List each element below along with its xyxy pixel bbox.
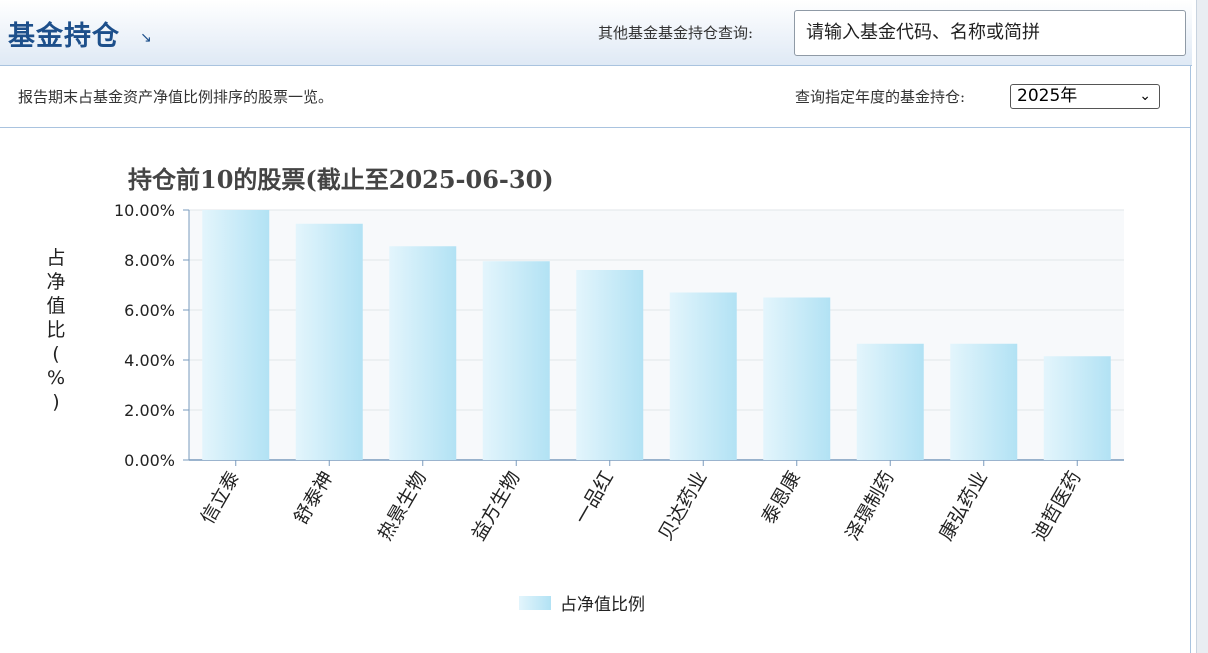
bar	[202, 210, 270, 460]
scrollbar-track[interactable]	[1196, 0, 1208, 653]
chart-title: 持仓前10的股票(截止至2025-06-30)	[128, 165, 554, 194]
bar	[950, 343, 1018, 460]
fund-search-input[interactable]: 请输入基金代码、名称或简拼	[794, 10, 1186, 56]
x-category-label: 迪哲医药	[1029, 468, 1086, 545]
y-axis-label-char: 值	[46, 295, 65, 317]
holdings-bar-chart: 持仓前10的股票(截止至2025-06-30) 0.00% 2.00% 4.00% 6…	[46, 165, 1124, 615]
bar	[389, 246, 457, 460]
y-axis-label-char: 占	[46, 247, 65, 269]
y-axis-label-char: 比	[46, 319, 65, 341]
y-tick-label: 0.00%	[124, 451, 175, 470]
x-category-label: 贝达药业	[655, 468, 712, 545]
y-tick-label: 8.00%	[124, 251, 175, 270]
legend-swatch	[519, 596, 551, 610]
holdings-description: 报告期末占基金资产净值比例排序的股票一览。	[18, 88, 334, 106]
y-tick-label: 2.00%	[124, 401, 175, 420]
x-category-label: 一品红	[571, 468, 619, 528]
bar	[576, 270, 644, 460]
other-fund-label: 其他基金基金持仓查询:	[598, 24, 754, 42]
bar	[482, 261, 550, 460]
x-category-label: 泰恩康	[758, 468, 806, 528]
bar	[763, 297, 831, 460]
bar	[295, 223, 363, 460]
arrow-down-right-icon[interactable]: ↘	[140, 30, 152, 46]
x-category-label: 益方生物	[468, 468, 525, 545]
bar	[669, 292, 737, 460]
bar	[856, 343, 924, 460]
x-category-label: 舒泰神	[290, 468, 338, 528]
y-axis-label-char: %	[47, 367, 65, 389]
year-select-label: 查询指定年度的基金持仓:	[795, 88, 966, 106]
y-axis-label-char: 净	[46, 271, 65, 293]
plot-area: 0.00% 2.00% 4.00% 6.00% 8.00% 10.00% 占净值比(%) 信立…	[46, 201, 1124, 615]
x-category-label: 泽璟制药	[842, 468, 899, 545]
bar	[1043, 356, 1111, 460]
x-category-label: 康弘药业	[935, 468, 992, 545]
y-tick-label: 4.00%	[124, 351, 175, 370]
year-select-value: 2025年	[1017, 86, 1078, 106]
chevron-down-icon: ⌄	[1139, 88, 1151, 104]
panel-toolbar: 报告期末占基金资产净值比例排序的股票一览。 查询指定年度的基金持仓: 2025年…	[0, 66, 1191, 128]
y-tick-label: 6.00%	[124, 301, 175, 320]
x-category-label: 信立泰	[197, 468, 245, 528]
y-axis-label-char: )	[52, 391, 59, 413]
y-axis-label-char: (	[52, 343, 59, 365]
page-title: 基金持仓	[8, 21, 120, 52]
year-select[interactable]: 2025年 ⌄	[1010, 84, 1160, 109]
x-category-label: 热景生物	[374, 468, 431, 545]
page-header: 基金持仓 ↘ 其他基金基金持仓查询: 请输入基金代码、名称或简拼	[0, 0, 1192, 66]
legend-label: 占净值比例	[560, 595, 645, 615]
y-tick-label: 10.00%	[114, 201, 175, 220]
